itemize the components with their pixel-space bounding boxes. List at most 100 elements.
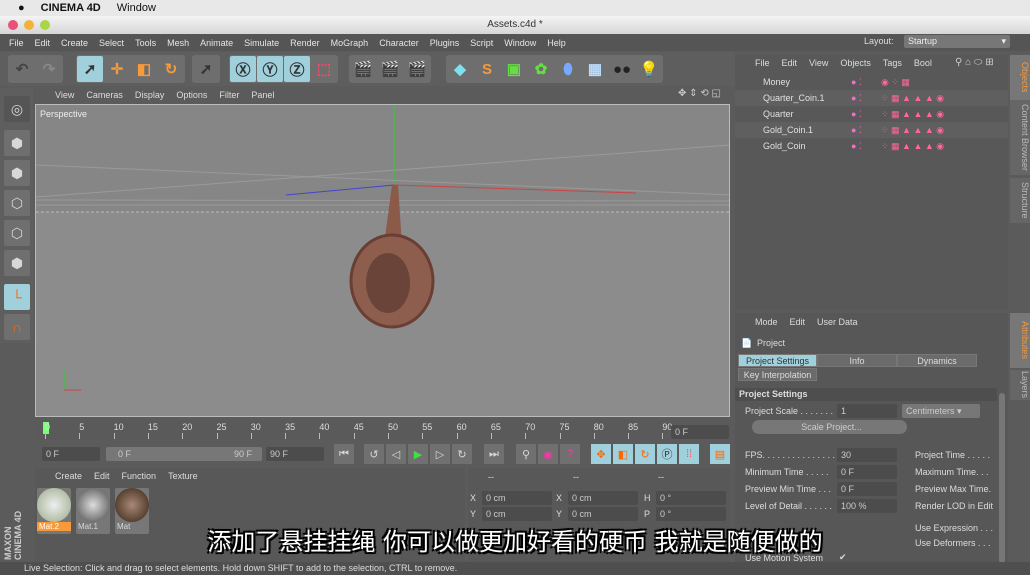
- object-menu-edit[interactable]: Edit: [782, 58, 798, 68]
- next-key-icon[interactable]: ↻: [452, 444, 472, 464]
- object-row[interactable]: Money ● ⁚ ◉ ⁘ ▦: [735, 74, 1008, 90]
- object-row[interactable]: Quarter_Coin.1 ● ⁚ ⁘ ▦ ▲ ▲ ▲ ◉: [735, 90, 1008, 106]
- tab-layers[interactable]: Layers: [1010, 370, 1030, 400]
- object-name[interactable]: Gold_Coin: [763, 141, 851, 151]
- live-selection-icon[interactable]: ➚: [77, 56, 103, 82]
- coord-field[interactable]: 0 cm: [568, 507, 638, 521]
- menu-window[interactable]: Window: [504, 38, 536, 48]
- make-editable-icon[interactable]: ◎: [4, 96, 30, 122]
- visibility-dots[interactable]: ● ⁚: [851, 93, 881, 104]
- keyframe-selection-icon[interactable]: ?: [560, 444, 580, 464]
- polygons-mode-icon[interactable]: ⬢: [4, 250, 30, 276]
- end-frame-field[interactable]: 90 F: [266, 447, 324, 461]
- redo-icon[interactable]: ↷: [36, 56, 62, 82]
- subdivision-icon[interactable]: ▣: [501, 56, 527, 82]
- render-view-icon[interactable]: 🎬: [350, 56, 376, 82]
- viewport-menu-options[interactable]: Options: [176, 90, 207, 100]
- field-value[interactable]: 0 F: [837, 482, 897, 496]
- points-mode-icon[interactable]: ⬡: [4, 190, 30, 216]
- scale-project-button[interactable]: Scale Project...: [752, 420, 907, 434]
- render-picture-viewer-icon[interactable]: 🎬: [377, 56, 403, 82]
- tab-key-interpolation[interactable]: Key Interpolation: [738, 368, 817, 381]
- viewport-menu-filter[interactable]: Filter: [219, 90, 239, 100]
- object-menu-view[interactable]: View: [809, 58, 828, 68]
- app-menu[interactable]: CINEMA 4D: [41, 2, 101, 14]
- floor-icon[interactable]: ▦: [582, 56, 608, 82]
- menu-select[interactable]: Select: [99, 38, 124, 48]
- start-frame-field[interactable]: 0 F: [42, 447, 100, 461]
- deformer-icon[interactable]: ⬮: [555, 56, 581, 82]
- play-icon[interactable]: ▶: [408, 444, 428, 464]
- field-value[interactable]: 0 F: [837, 465, 897, 479]
- object-name[interactable]: Quarter_Coin.1: [763, 93, 851, 103]
- key-parameter-icon[interactable]: Ⓟ: [657, 444, 677, 464]
- menu-tools[interactable]: Tools: [135, 38, 156, 48]
- key-pla-icon[interactable]: ⁞⁞: [679, 444, 699, 464]
- menu-render[interactable]: Render: [290, 38, 320, 48]
- coord-field[interactable]: 0 °: [656, 491, 726, 505]
- prev-key-icon[interactable]: ↺: [364, 444, 384, 464]
- snap-icon[interactable]: ∩: [4, 314, 30, 340]
- key-position-icon[interactable]: ✥: [591, 444, 611, 464]
- material-menu-create[interactable]: Create: [55, 471, 82, 481]
- camera-icon[interactable]: ●●: [609, 56, 635, 82]
- scale-icon[interactable]: ◧: [131, 56, 157, 82]
- viewport-menu-cameras[interactable]: Cameras: [86, 90, 123, 100]
- menu-script[interactable]: Script: [470, 38, 493, 48]
- object-tags[interactable]: ◉ ⁘ ▦: [881, 77, 910, 88]
- menu-animate[interactable]: Animate: [200, 38, 233, 48]
- material-menu-edit[interactable]: Edit: [94, 471, 110, 481]
- current-frame-field[interactable]: 0 F: [671, 425, 729, 439]
- visibility-dots[interactable]: ● ⁚: [851, 109, 881, 120]
- z-axis-icon[interactable]: Ⓩ: [284, 56, 310, 82]
- object-tags[interactable]: ⁘ ▦ ▲ ▲ ▲ ◉: [881, 109, 944, 120]
- attribute-menu-user-data[interactable]: User Data: [817, 317, 858, 327]
- object-menu-tags[interactable]: Tags: [883, 58, 902, 68]
- move-icon[interactable]: ✛: [104, 56, 130, 82]
- object-tags[interactable]: ⁘ ▦ ▲ ▲ ▲ ◉: [881, 93, 944, 104]
- object-name[interactable]: Money: [763, 77, 851, 87]
- viewport-nav-icons[interactable]: ✥ ⇕ ⟲ ◱: [678, 88, 721, 99]
- lod-field[interactable]: 100 %: [837, 499, 897, 513]
- menu-file[interactable]: File: [9, 38, 24, 48]
- object-menu-objects[interactable]: Objects: [840, 58, 871, 68]
- project-scale-field[interactable]: 1: [837, 404, 897, 418]
- object-menu-bool[interactable]: Bool: [914, 58, 932, 68]
- key-scale-icon[interactable]: ◧: [613, 444, 633, 464]
- menu-mesh[interactable]: Mesh: [167, 38, 189, 48]
- coord-field[interactable]: 0 cm: [482, 491, 552, 505]
- apple-icon[interactable]: ●: [18, 2, 25, 14]
- goto-end-icon[interactable]: ⏭: [484, 444, 504, 464]
- range-slider[interactable]: 0 F 90 F: [106, 447, 262, 461]
- timeline-icon[interactable]: ▤: [710, 444, 730, 464]
- coord-field[interactable]: 0 cm: [482, 507, 552, 521]
- coordinate-system-icon[interactable]: ⬚: [311, 56, 337, 82]
- array-icon[interactable]: ✿: [528, 56, 554, 82]
- menu-help[interactable]: Help: [547, 38, 566, 48]
- attribute-menu-edit[interactable]: Edit: [790, 317, 806, 327]
- tab-objects[interactable]: Objects: [1010, 55, 1030, 100]
- spline-icon[interactable]: S: [474, 56, 500, 82]
- viewport-menu-display[interactable]: Display: [135, 90, 165, 100]
- layout-select[interactable]: Startup ▾: [904, 35, 1010, 48]
- unit-select[interactable]: Centimeters ▾: [902, 404, 980, 418]
- last-tool-icon[interactable]: ➚: [193, 56, 219, 82]
- close-button[interactable]: [8, 20, 18, 30]
- field-value[interactable]: 30: [837, 448, 897, 462]
- menu-simulate[interactable]: Simulate: [244, 38, 279, 48]
- x-axis-icon[interactable]: Ⓧ: [230, 56, 256, 82]
- object-tags[interactable]: ⁘ ▦ ▲ ▲ ▲ ◉: [881, 125, 944, 136]
- goto-start-icon[interactable]: ⏮: [334, 444, 354, 464]
- rotate-icon[interactable]: ↻: [158, 56, 184, 82]
- key-rotation-icon[interactable]: ↻: [635, 444, 655, 464]
- visibility-dots[interactable]: ● ⁚: [851, 141, 881, 152]
- record-keys-icon[interactable]: ⚲: [516, 444, 536, 464]
- menu-mograph[interactable]: MoGraph: [331, 38, 369, 48]
- search-icon[interactable]: ⚲ ⌂ ⬭ ⊞: [955, 57, 994, 68]
- menu-create[interactable]: Create: [61, 38, 88, 48]
- zoom-button[interactable]: [40, 20, 50, 30]
- prev-frame-icon[interactable]: ◁: [386, 444, 406, 464]
- object-tags[interactable]: ⁘ ▦ ▲ ▲ ▲ ◉: [881, 141, 944, 152]
- viewport[interactable]: Perspective: [35, 104, 730, 417]
- object-menu-file[interactable]: File: [755, 58, 770, 68]
